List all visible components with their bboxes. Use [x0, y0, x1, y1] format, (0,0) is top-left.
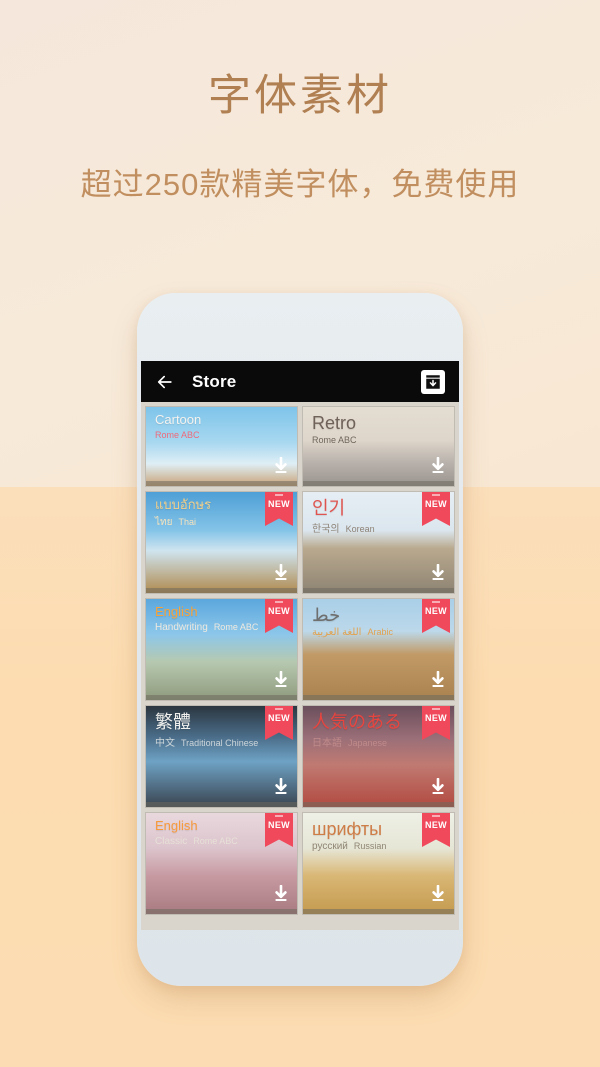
download-icon[interactable] [430, 670, 446, 694]
new-badge-label: NEW [268, 820, 290, 830]
card-bottom-strip [146, 481, 297, 486]
download-icon[interactable] [273, 670, 289, 694]
card-subtitle: Rome ABC [312, 435, 414, 445]
download-box-icon[interactable] [421, 369, 445, 394]
font-card[interactable]: 人気のある日本語 Japanese NEW [302, 705, 455, 808]
download-icon[interactable] [430, 563, 446, 587]
card-subtitle: Classic Rome ABC [155, 836, 257, 847]
card-title: แบบอักษร [155, 497, 212, 512]
card-subtitle: Handwriting Rome ABC [155, 621, 259, 633]
card-labels: แบบอักษรไทย Thai [155, 497, 257, 530]
download-icon[interactable] [273, 456, 289, 480]
card-bottom-strip [146, 588, 297, 593]
font-card[interactable]: Cartoon Rome ABC [145, 406, 298, 487]
card-labels: Cartoon Rome ABC [155, 412, 257, 440]
font-card[interactable]: 繁體中文 Traditional Chinese NEW [145, 705, 298, 808]
promo-headings: 字体素材 超过250款精美字体，免费使用 [0, 0, 600, 204]
card-subtitle-latin: Rome ABC [155, 429, 200, 440]
card-subtitle-latin: Rome ABC [193, 835, 238, 846]
card-labels: English Handwriting Rome ABC [155, 604, 259, 633]
card-bottom-strip [303, 588, 454, 593]
card-subtitle: Rome ABC [155, 430, 257, 440]
font-card[interactable]: Retro Rome ABC [302, 406, 455, 487]
card-title: 繁體 [155, 712, 191, 732]
card-subtitle: ไทย Thai [155, 515, 257, 530]
card-bottom-strip [303, 481, 454, 486]
new-badge-label: NEW [425, 713, 447, 723]
card-title: English [155, 604, 198, 619]
card-subtitle: 한국의 Korean [312, 520, 414, 535]
card-subtitle-latin: Japanese [348, 738, 388, 749]
download-icon[interactable] [430, 777, 446, 801]
phone-mockup: Store Cartoon Rome ABC Retro Rome ABC แบบอัก… [137, 293, 463, 986]
card-labels: шрифты русский Russian [312, 819, 414, 852]
new-badge-label: NEW [425, 820, 447, 830]
promo-page: 字体素材 超过250款精美字体，免费使用 Store Cartoon Rome … [0, 0, 600, 1067]
card-subtitle: 中文 Traditional Chinese [155, 734, 259, 750]
font-card[interactable]: English Handwriting Rome ABC NEW [145, 598, 298, 701]
page-title: 字体素材 [208, 72, 392, 120]
new-badge-label: NEW [268, 499, 290, 509]
card-labels: 繁體中文 Traditional Chinese [155, 712, 259, 750]
card-bottom-strip [146, 695, 297, 700]
card-subtitle-native: ไทย [155, 516, 173, 528]
card-subtitle: اللغة العربية Arabic [312, 627, 414, 638]
card-subtitle-native: 中文 [155, 738, 175, 750]
download-icon[interactable] [273, 777, 289, 801]
new-badge-label: NEW [425, 606, 447, 616]
back-arrow-icon[interactable] [154, 371, 176, 393]
page-subtitle: 超过250款精美字体，免费使用 [80, 167, 520, 203]
card-title: 人気のある [312, 712, 402, 732]
new-badge-label: NEW [268, 606, 290, 616]
card-bottom-strip [303, 802, 454, 807]
card-subtitle-native: 日本語 [312, 738, 342, 750]
card-bottom-strip [303, 909, 454, 914]
download-icon[interactable] [273, 884, 289, 908]
card-title: Cartoon [155, 412, 202, 427]
font-card[interactable]: English Classic Rome ABC NEW [145, 812, 298, 915]
card-bottom-strip [146, 802, 297, 807]
card-bottom-strip [303, 695, 454, 700]
download-icon[interactable] [430, 884, 446, 908]
new-badge-label: NEW [425, 499, 447, 509]
card-subtitle-native: 한국의 [312, 524, 340, 536]
card-subtitle-latin: Arabic [367, 627, 393, 638]
card-subtitle-latin: Thai [178, 516, 196, 527]
font-card[interactable]: 인기한국의 Korean NEW [302, 491, 455, 594]
app-top-bar: Store [141, 361, 459, 402]
card-subtitle-native: اللغة العربية [312, 627, 362, 639]
card-labels: خط اللغة العربية Arabic [312, 605, 414, 638]
card-subtitle-latin: Traditional Chinese [181, 738, 259, 749]
phone-screen: Store Cartoon Rome ABC Retro Rome ABC แบบอัก… [141, 361, 459, 930]
card-labels: Retro Rome ABC [312, 413, 414, 445]
card-labels: English Classic Rome ABC [155, 818, 257, 847]
font-card[interactable]: шрифты русский Russian NEW [302, 812, 455, 915]
card-subtitle-latin: Rome ABC [312, 435, 357, 446]
font-card[interactable]: แบบอักษรไทย Thai NEW [145, 491, 298, 594]
font-card-grid: Cartoon Rome ABC Retro Rome ABC แบบอักษรไทย T… [141, 402, 459, 915]
card-title: Retro [312, 413, 357, 433]
card-subtitle-native: русский [312, 841, 348, 853]
card-subtitle-native: Classic [155, 835, 188, 847]
card-subtitle: русский Russian [312, 841, 414, 852]
card-title: шрифты [312, 819, 383, 839]
card-title: English [155, 818, 198, 833]
new-badge-label: NEW [268, 713, 290, 723]
download-icon[interactable] [430, 456, 446, 480]
card-bottom-strip [146, 909, 297, 914]
font-card[interactable]: خط اللغة العربية Arabic NEW [302, 598, 455, 701]
card-subtitle-native: Handwriting [155, 621, 208, 633]
appbar-title: Store [192, 371, 237, 391]
card-title: 인기 [312, 498, 346, 518]
card-subtitle-latin: Russian [353, 841, 387, 852]
download-icon[interactable] [273, 563, 289, 587]
card-subtitle-latin: Korean [345, 524, 375, 535]
card-labels: 人気のある日本語 Japanese [312, 712, 414, 749]
card-title: خط [312, 605, 341, 625]
card-subtitle: 日本語 Japanese [312, 734, 414, 749]
card-labels: 인기한국의 Korean [312, 498, 414, 535]
card-subtitle-latin: Rome ABC [213, 621, 259, 632]
